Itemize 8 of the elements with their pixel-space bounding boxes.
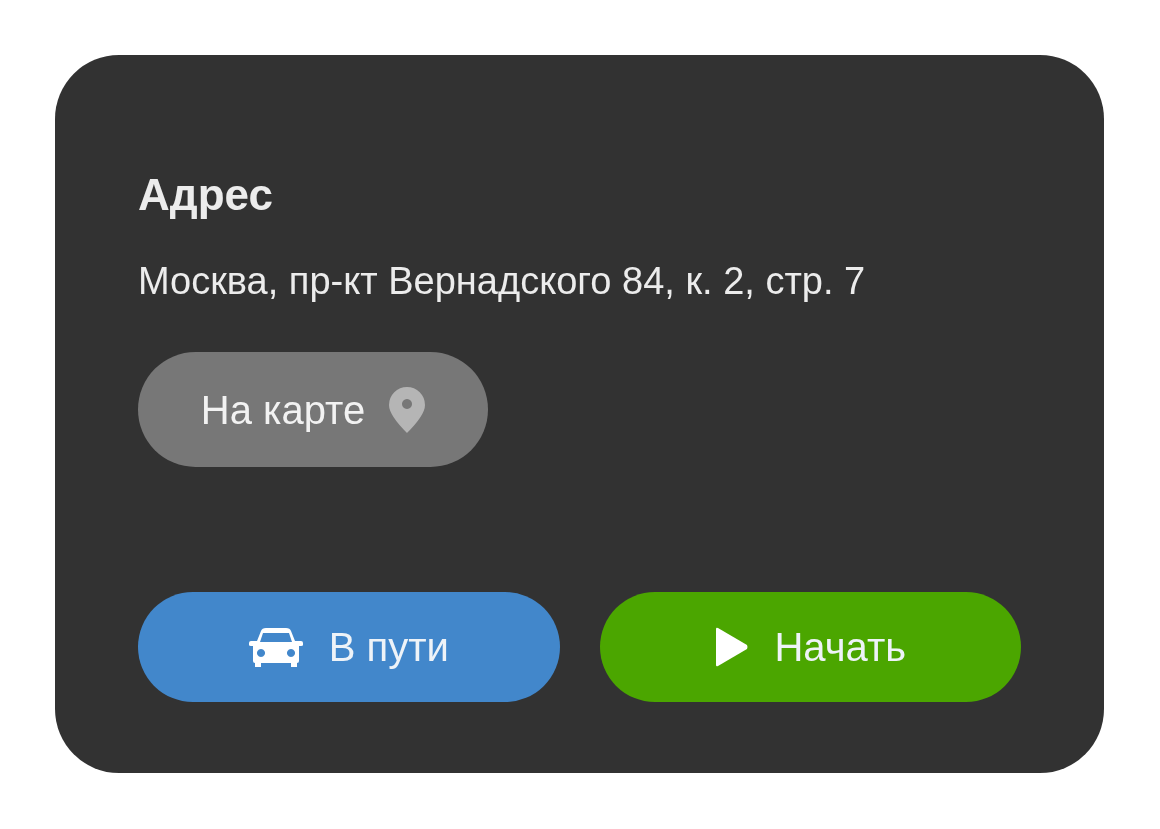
address-text: Москва, пр-кт Вернадского 84, к. 2, стр. 7 [138, 262, 866, 300]
car-icon [248, 627, 303, 667]
play-icon [714, 627, 749, 667]
card-title: Адрес [138, 173, 273, 217]
on-map-button[interactable]: На карте [138, 352, 488, 467]
en-route-button[interactable]: В пути [138, 592, 560, 702]
start-button[interactable]: Начать [599, 592, 1021, 702]
map-pin-icon [389, 386, 426, 433]
